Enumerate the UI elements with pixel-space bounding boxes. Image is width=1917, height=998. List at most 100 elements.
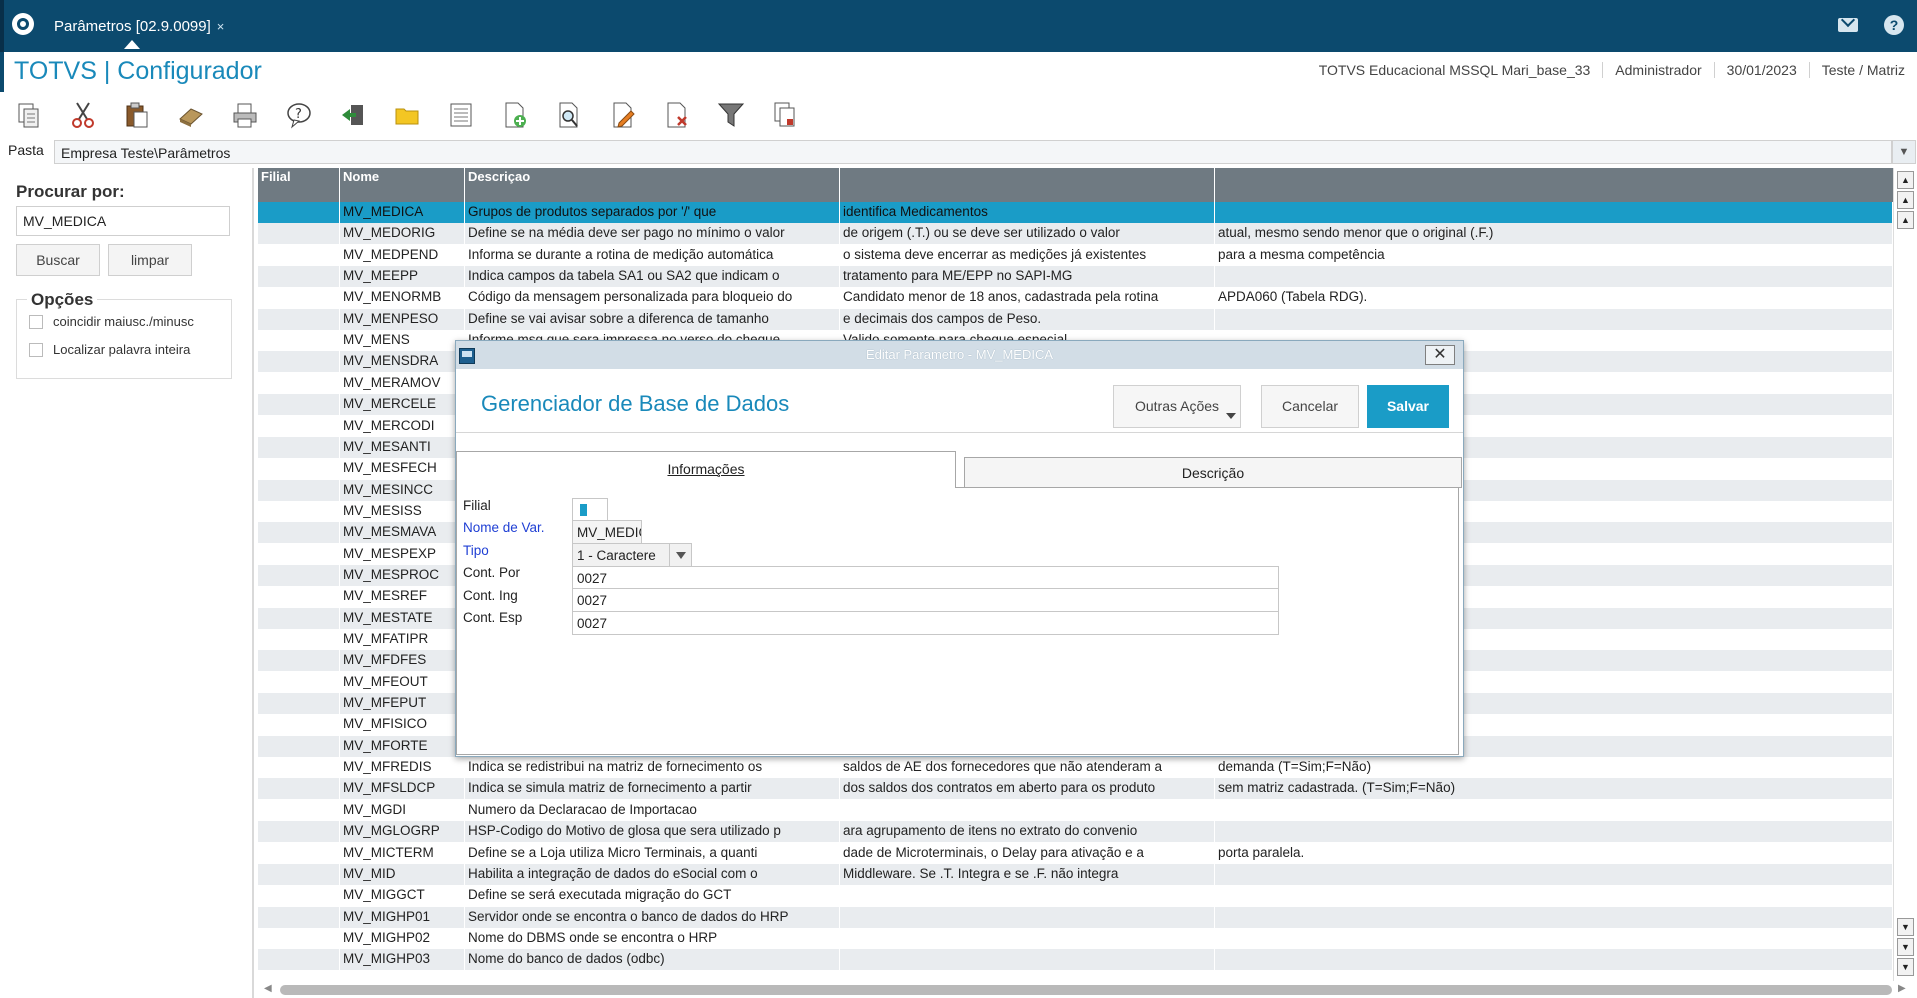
cell-nome[interactable]: MV_MERCODI (340, 415, 465, 437)
cell-descricao-2[interactable]: de origem (.T.) ou se deve ser utilizado… (840, 223, 1215, 245)
cell-filial[interactable] (258, 629, 340, 650)
table-row-selected[interactable]: MV_MEDICA Grupos de produtos separados po… (258, 202, 1893, 223)
cell-descricao-3[interactable]: porta paralela. (1215, 842, 1893, 864)
cell-filial[interactable] (258, 735, 340, 757)
cell-descricao-3[interactable] (1215, 949, 1893, 971)
cell-descricao-3[interactable] (1215, 906, 1893, 928)
cont-esp-field[interactable]: 0027 (572, 611, 1279, 635)
cell-descricao[interactable]: Informa se durante a rotina de medição a… (465, 244, 840, 266)
cell-descricao[interactable]: Código da mensagem personalizada para bl… (465, 287, 840, 309)
table-row[interactable]: MV_MIGHP02 Nome do DBMS onde se encontra … (258, 927, 1893, 949)
scroll-page-up-icon[interactable]: ▲ (1897, 191, 1914, 209)
list-icon[interactable] (446, 99, 476, 131)
exit-icon[interactable] (338, 99, 368, 131)
scroll-left-icon[interactable]: ◀ (264, 983, 272, 994)
cell-nome[interactable]: MV_MEDICA (340, 202, 465, 223)
save-button[interactable]: Salvar (1367, 385, 1449, 428)
header-descricao-2[interactable] (840, 168, 1215, 202)
cell-descricao[interactable]: Nome do DBMS onde se encontra o HRP (465, 927, 840, 949)
dialog-title-bar[interactable]: Editar Parametro - MV_MEDICA ✕ (456, 341, 1463, 369)
scroll-thumb[interactable] (280, 985, 1892, 995)
cell-nome[interactable]: MV_MGDI (340, 799, 465, 821)
cell-descricao-2[interactable] (840, 885, 1215, 907)
cell-filial[interactable] (258, 714, 340, 736)
cell-nome[interactable]: MV_MGLOGRP (340, 821, 465, 843)
paste-icon[interactable] (122, 99, 152, 131)
cell-descricao-2[interactable] (840, 927, 1215, 949)
copy-icon[interactable] (14, 99, 44, 131)
cell-nome[interactable]: MV_MFATIPR (340, 629, 465, 650)
table-row[interactable]: MV_MEDPEND Informa se durante a rotina de… (258, 244, 1893, 266)
cell-filial[interactable] (258, 906, 340, 928)
chevron-down-icon[interactable]: ▼ (1892, 140, 1916, 164)
cell-filial[interactable] (258, 586, 340, 608)
cell-filial[interactable] (258, 244, 340, 266)
clear-button[interactable]: limpar (108, 244, 192, 276)
table-row[interactable]: MV_MEDORIG Define se na média deve ser pa… (258, 223, 1893, 245)
cell-filial[interactable] (258, 778, 340, 800)
search-file-icon[interactable] (554, 99, 584, 131)
table-row[interactable]: MV_MFREDIS Indica se redistribui na matri… (258, 757, 1893, 779)
cell-filial[interactable] (258, 650, 340, 672)
folder-path-field[interactable]: Empresa Teste\Parâmetros (54, 140, 1892, 164)
cell-nome[interactable]: MV_MFSLDCP (340, 778, 465, 800)
edit-icon[interactable] (608, 99, 638, 131)
cell-nome[interactable]: MV_MFEOUT (340, 671, 465, 693)
table-row[interactable]: MV_MIGHP03 Nome do banco de dados (odbc) (258, 949, 1893, 971)
cell-nome[interactable]: MV_MESREF (340, 586, 465, 608)
cell-nome[interactable]: MV_MENSDRA (340, 351, 465, 373)
cell-filial[interactable] (258, 330, 340, 352)
cell-nome[interactable]: MV_MIGGCT (340, 885, 465, 907)
help-icon[interactable]: ? (284, 99, 314, 131)
cell-nome[interactable]: MV_MFREDIS (340, 757, 465, 779)
date-label[interactable]: 30/01/2023 (1713, 62, 1809, 78)
tipo-select[interactable]: 1 - Caractere (572, 543, 692, 567)
cell-descricao-3[interactable] (1215, 821, 1893, 843)
cont-por-field[interactable]: 0027 (572, 566, 1279, 590)
cell-descricao-2[interactable]: saldos de AE dos fornecedores que não at… (840, 757, 1215, 779)
cell-filial[interactable] (258, 394, 340, 416)
cell-nome[interactable]: MV_MENS (340, 330, 465, 352)
table-row[interactable]: MV_MGLOGRP HSP-Codigo do Motivo de glosa … (258, 821, 1893, 843)
cell-filial[interactable] (258, 266, 340, 288)
more-actions-button[interactable]: Outras Ações (1113, 385, 1241, 428)
cell-descricao-3[interactable]: demanda (T=Sim;F=Não) (1215, 757, 1893, 779)
vertical-scrollbar[interactable]: ▲ ▲ ▲ ▼ ▼ ▼ (1893, 168, 1917, 981)
cell-descricao-2[interactable]: Middleware. Se .T. Integra e se .F. não … (840, 863, 1215, 885)
checkbox-icon[interactable] (29, 342, 43, 357)
tab-close-icon[interactable]: × (217, 19, 225, 34)
cell-nome[interactable]: MV_MICTERM (340, 842, 465, 864)
cell-nome[interactable]: MV_MIGHP03 (340, 949, 465, 971)
cell-filial[interactable] (258, 927, 340, 949)
cell-descricao[interactable]: Indica se simula matriz de fornecimento … (465, 778, 840, 800)
cell-descricao[interactable]: Indica campos da tabela SA1 ou SA2 que i… (465, 266, 840, 288)
cell-descricao-3[interactable]: para a mesma competência (1215, 244, 1893, 266)
cell-descricao-2[interactable]: tratamento para ME/EPP no SAPI-MG (840, 266, 1215, 288)
cell-descricao-2[interactable]: dade de Microterminais, o Delay para ati… (840, 842, 1215, 864)
documents-icon[interactable] (770, 99, 800, 131)
table-row[interactable]: MV_MENORMB Código da mensagem personaliza… (258, 287, 1893, 309)
close-icon[interactable]: ✕ (1425, 345, 1455, 365)
cell-nome[interactable]: MV_MENPESO (340, 308, 465, 330)
cell-descricao[interactable]: Nome do banco de dados (odbc) (465, 949, 840, 971)
table-row[interactable]: MV_MGDI Numero da Declaracao de Importaca… (258, 799, 1893, 821)
cell-descricao[interactable]: Define se vai avisar sobre a diferenca d… (465, 308, 840, 330)
cell-descricao-2[interactable] (840, 799, 1215, 821)
cell-nome[interactable]: MV_MESMAVA (340, 522, 465, 544)
search-button[interactable]: Buscar (16, 244, 100, 276)
cell-filial[interactable] (258, 308, 340, 330)
cell-descricao[interactable]: Define se na média deve ser pago no míni… (465, 223, 840, 245)
cell-nome[interactable]: MV_MEDORIG (340, 223, 465, 245)
scroll-page-down-icon[interactable]: ▼ (1897, 938, 1914, 956)
header-nome[interactable]: Nome (340, 168, 465, 202)
cont-ing-field[interactable]: 0027 (572, 588, 1279, 612)
add-file-icon[interactable] (500, 99, 530, 131)
cell-nome[interactable]: MV_MESANTI (340, 436, 465, 458)
cell-nome[interactable]: MV_MESFECH (340, 458, 465, 480)
horizontal-scrollbar[interactable]: ◀ ▶ (258, 981, 1917, 998)
cell-filial[interactable] (258, 287, 340, 309)
scroll-right-icon[interactable]: ▶ (1898, 983, 1906, 994)
cell-descricao-2[interactable]: identifica Medicamentos (840, 202, 1215, 223)
cell-nome[interactable]: MV_MIGHP02 (340, 927, 465, 949)
scroll-top-icon[interactable]: ▲ (1897, 171, 1914, 189)
